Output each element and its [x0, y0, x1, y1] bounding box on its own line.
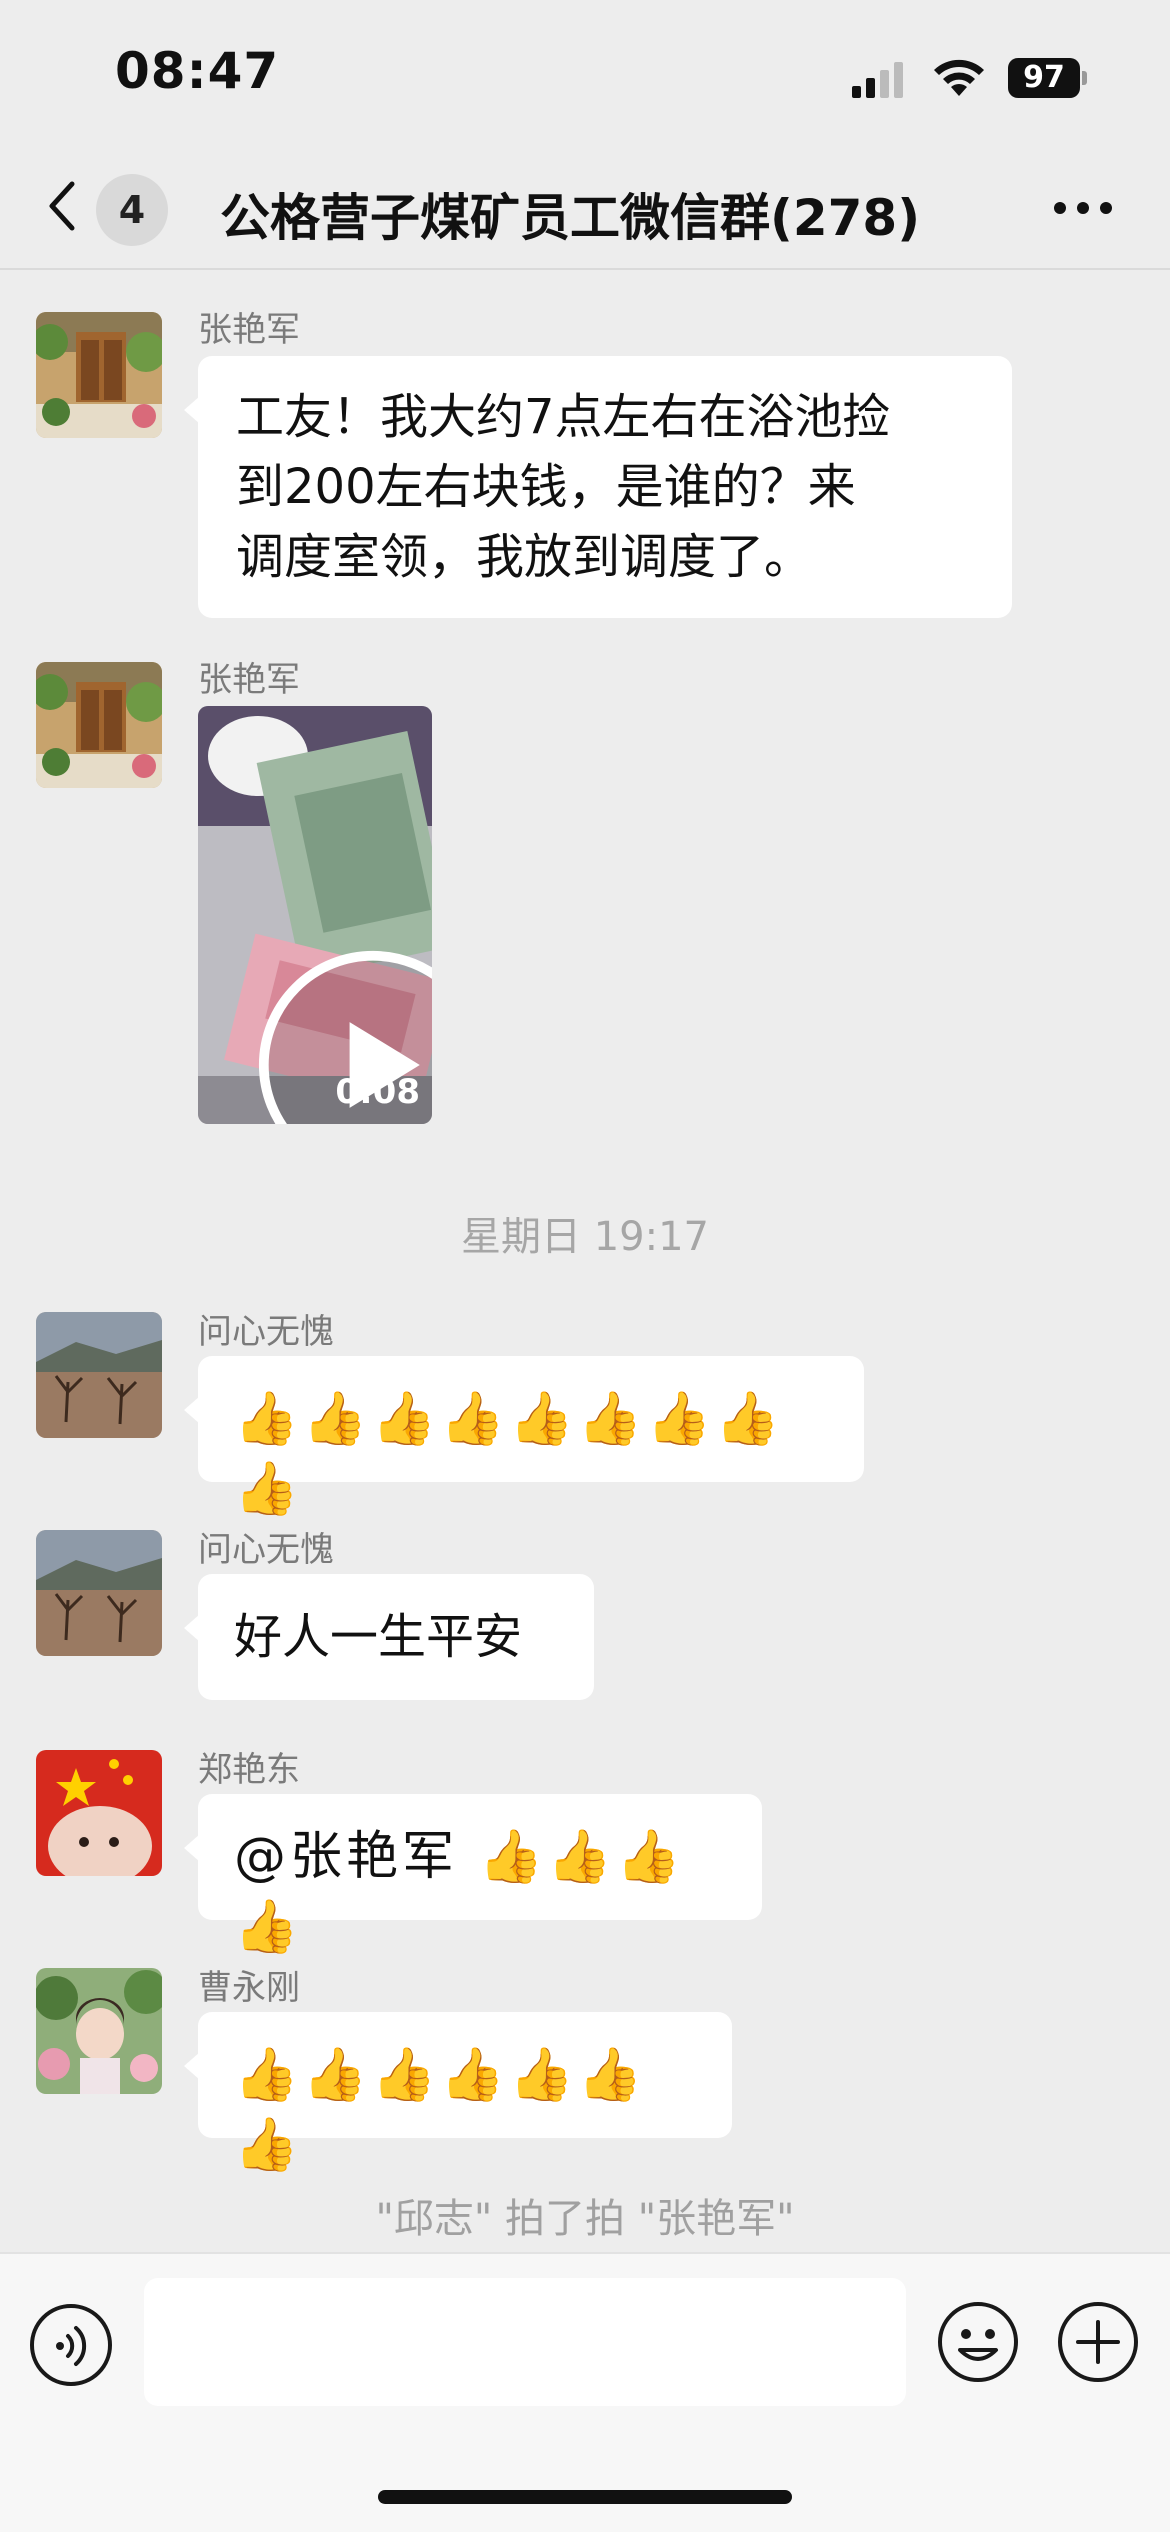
- message-text: 👍👍👍👍👍👍👍👍👍: [234, 1389, 784, 1519]
- video-duration: 0:08: [335, 1072, 420, 1112]
- sender-avatar[interactable]: [36, 1312, 162, 1438]
- battery-indicator: 97: [1008, 58, 1088, 98]
- message-text-line: 到200左右块钱，是谁的？来: [236, 459, 856, 515]
- more-options-icon[interactable]: [1052, 198, 1114, 218]
- voice-input-button[interactable]: [30, 2304, 112, 2386]
- message-bubble[interactable]: @张艳军 👍👍👍👍: [184, 1794, 762, 1957]
- battery-level: 97: [1008, 58, 1080, 98]
- emoji-icon[interactable]: [936, 2300, 1020, 2384]
- message-text-line: 工友！我大约7点左右在浴池捡: [236, 389, 891, 445]
- sender-name: 张艳军: [198, 310, 300, 350]
- sender-name: 郑艳东: [198, 1750, 300, 1790]
- battery-tip: [1082, 71, 1087, 85]
- orchard-landscape-avatar-image: [36, 1312, 162, 1438]
- group-chat-title: 公格营子煤矿员工微信群(278): [220, 189, 921, 247]
- sender-name: 问心无愧: [198, 1530, 334, 1570]
- status-time: 08:47: [115, 42, 280, 100]
- sender-avatar[interactable]: [36, 312, 162, 438]
- garden-gate-avatar-image: [36, 312, 162, 438]
- sender-name: 曹永刚: [198, 1968, 300, 2008]
- message-text: 好人一生平安: [234, 1609, 523, 1665]
- garden-gate-avatar-image: [36, 662, 162, 788]
- voice-icon: [56, 2326, 87, 2366]
- message-bubble[interactable]: 好人一生平安: [184, 1574, 594, 1700]
- sender-avatar[interactable]: [36, 1530, 162, 1656]
- back-arrow-icon[interactable]: [40, 176, 90, 236]
- wifi-icon: [934, 59, 984, 96]
- chat-timestamp: 星期日 19:17: [461, 1214, 709, 1260]
- home-indicator[interactable]: [378, 2490, 792, 2504]
- message-bubble[interactable]: 👍👍👍👍👍👍👍👍👍: [184, 1356, 864, 1519]
- child-with-flag-avatar-image: [36, 1750, 162, 1876]
- video-message[interactable]: 0:08: [198, 706, 432, 1124]
- message-input[interactable]: [144, 2278, 906, 2406]
- unread-count-badge[interactable]: 4: [96, 174, 168, 246]
- message-bubble[interactable]: 工友！我大约7点左右在浴池捡 到200左右块钱，是谁的？来 调度室领，我放到调度…: [184, 356, 1012, 618]
- cellular-signal-icon: [852, 62, 903, 98]
- sender-avatar[interactable]: [36, 1968, 162, 2094]
- child-in-garden-avatar-image: [36, 1968, 162, 2094]
- sender-name: 问心无愧: [198, 1312, 334, 1352]
- plus-icon[interactable]: [1056, 2300, 1140, 2384]
- sender-avatar[interactable]: [36, 1750, 162, 1876]
- message-bubble[interactable]: 👍👍👍👍👍👍👍: [184, 2012, 732, 2175]
- sender-avatar[interactable]: [36, 662, 162, 788]
- orchard-landscape-avatar-image: [36, 1530, 162, 1656]
- sender-name: 张艳军: [198, 660, 300, 700]
- chat-header: 4 公格营子煤矿员工微信群(278): [0, 150, 1170, 270]
- pat-system-message: "邱志" 拍了拍 "张艳军": [375, 2196, 795, 2242]
- message-text: @张艳军 👍👍👍👍: [234, 1827, 685, 1957]
- message-text-line: 调度室领，我放到调度了。: [236, 529, 813, 585]
- status-bar: 08:47 97: [0, 0, 1170, 150]
- message-text: 👍👍👍👍👍👍👍: [234, 2045, 647, 2175]
